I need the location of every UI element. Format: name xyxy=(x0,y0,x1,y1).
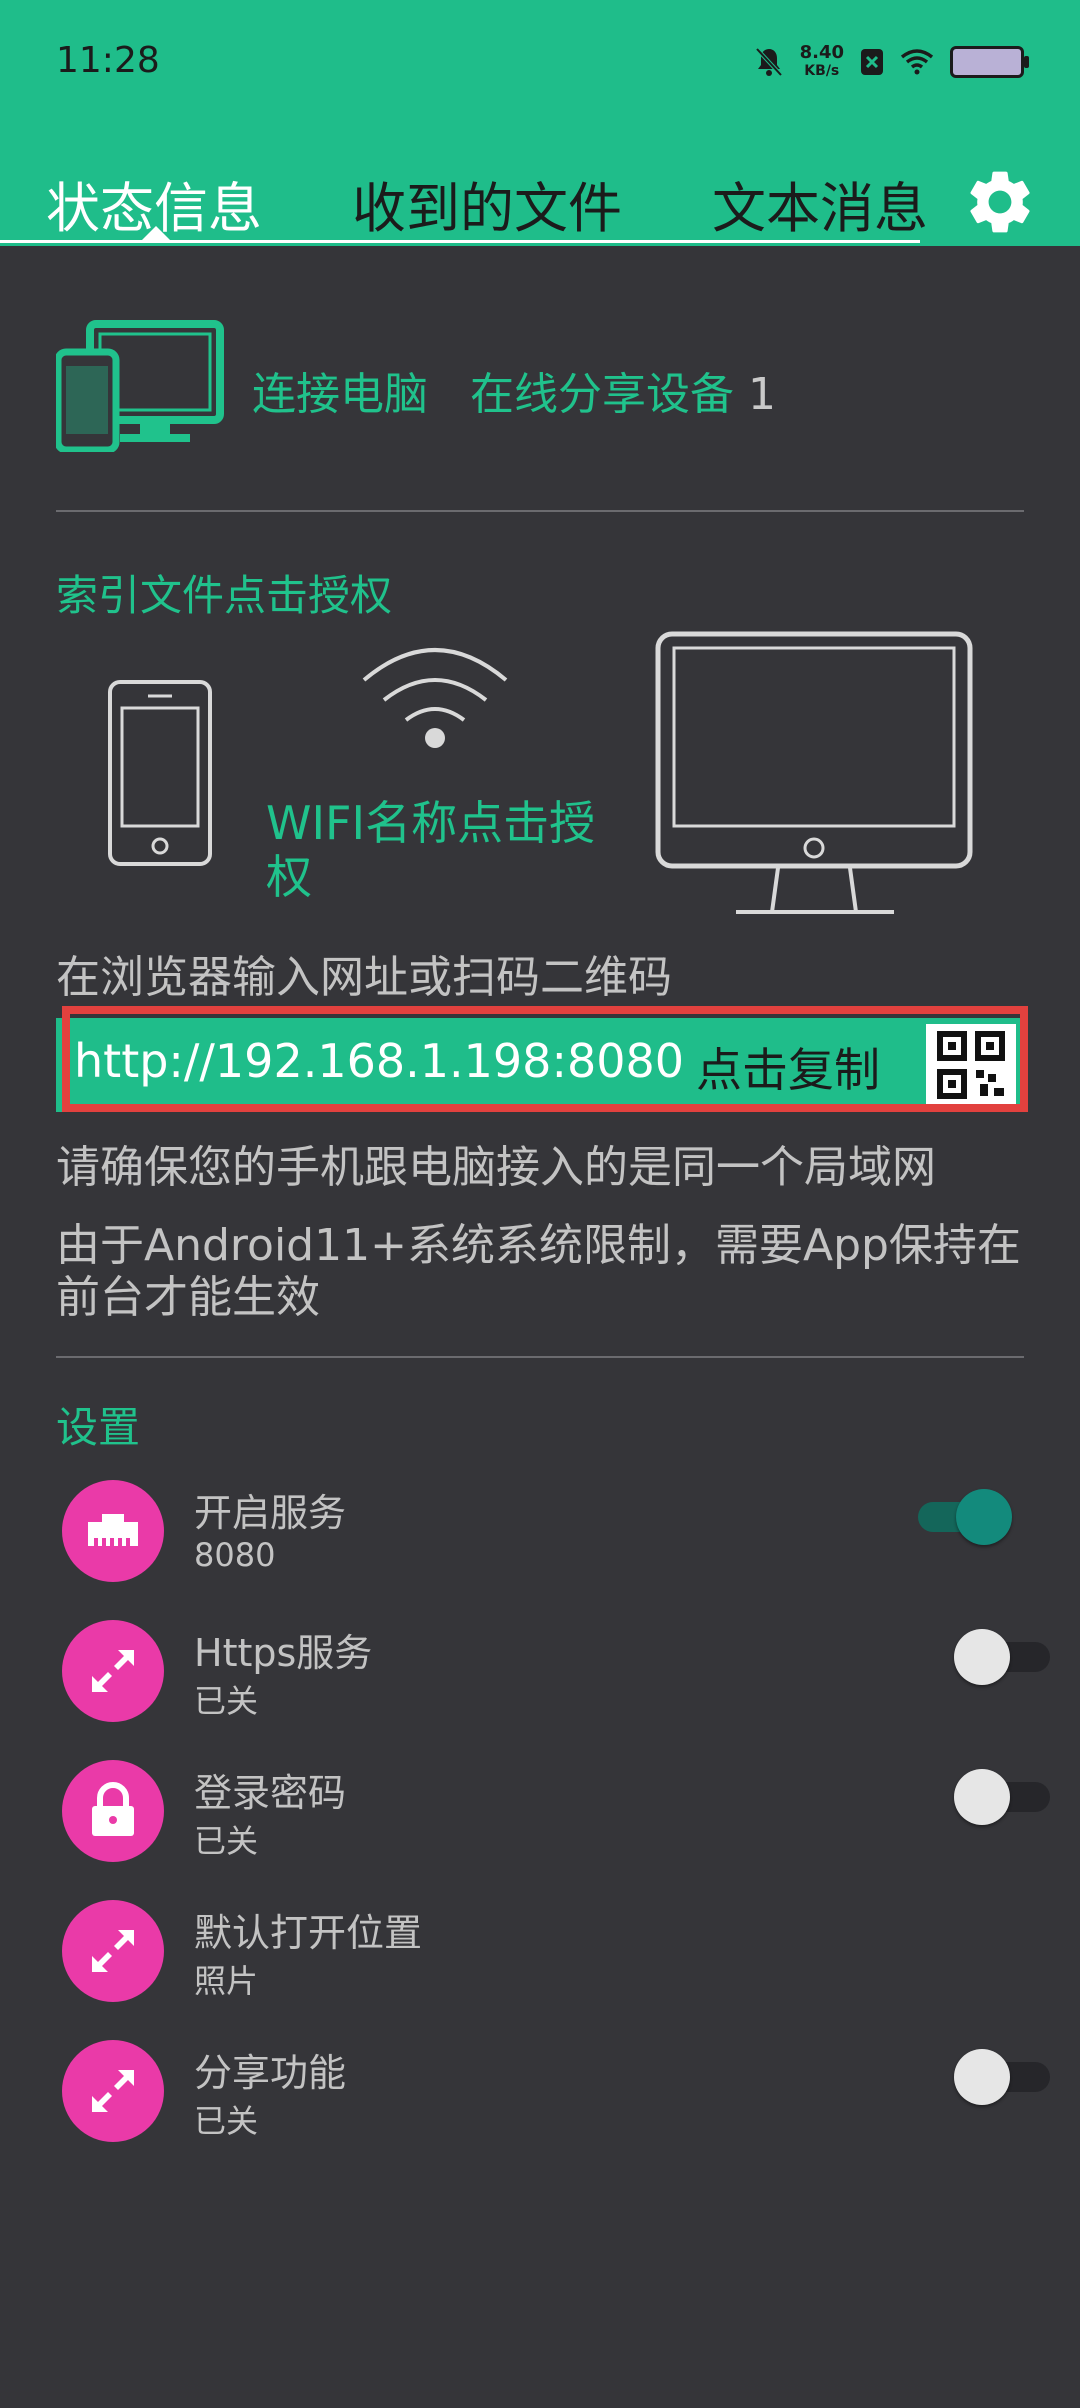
ethernet-icon xyxy=(62,1480,164,1582)
sim-x-icon xyxy=(861,49,883,75)
setting-https-service[interactable]: Https服务 已关 xyxy=(62,1620,1050,1726)
connect-status-text: 连接电脑 在线分享设备 1 xyxy=(252,358,776,422)
setting-title: 默认打开位置 xyxy=(194,1911,423,1955)
online-devices-label: 在线分享设备 xyxy=(469,369,734,420)
divider xyxy=(56,1356,1024,1358)
setting-title: 登录密码 xyxy=(194,1771,347,1815)
setting-title: 分享功能 xyxy=(194,2051,347,2095)
setting-subtitle: 已关 xyxy=(194,1682,259,1720)
net-speed-unit: KB/s xyxy=(804,63,840,79)
mute-bell-icon xyxy=(755,47,783,77)
setting-subtitle: 8080 xyxy=(194,1536,276,1574)
divider xyxy=(56,510,1024,512)
highlight-box xyxy=(62,1006,1028,1112)
setting-share-feature[interactable]: 分享功能 已关 xyxy=(62,2040,1050,2146)
expand-arrows-icon xyxy=(62,2040,164,2142)
status-time: 11:28 xyxy=(56,40,160,81)
setting-subtitle: 已关 xyxy=(194,1822,259,1860)
devices-icon xyxy=(56,320,224,452)
login-password-toggle[interactable] xyxy=(954,1766,1054,1826)
tab-indicator-line xyxy=(0,240,920,243)
wifi-name-auth-link[interactable]: WIFI名称点击授权 xyxy=(266,796,616,904)
wifi-signal-icon xyxy=(900,49,934,75)
connect-pc-label: 连接电脑 xyxy=(252,369,428,420)
app-header: 11:28 8.40 KB/s 状态信息 收到的文件 文本消息 xyxy=(0,0,1080,246)
setting-subtitle: 照片 xyxy=(194,1962,259,2000)
net-speed: 8.40 KB/s xyxy=(800,44,844,80)
phone-illustration-icon xyxy=(108,680,212,866)
setting-title: Https服务 xyxy=(194,1631,373,1675)
wifi-illustration-icon[interactable] xyxy=(360,640,510,750)
settings-gear-icon[interactable] xyxy=(962,164,1038,240)
index-files-auth-link[interactable]: 索引文件点击授权 xyxy=(56,562,392,623)
tab-received-files[interactable]: 收到的文件 xyxy=(352,164,622,243)
connect-pc-row[interactable]: 连接电脑 在线分享设备 1 xyxy=(56,320,1036,460)
battery-icon xyxy=(950,46,1029,78)
setting-title: 开启服务 xyxy=(194,1491,347,1535)
expand-arrows-icon xyxy=(62,1620,164,1722)
tab-text-messages[interactable]: 文本消息 xyxy=(712,164,928,243)
https-toggle[interactable] xyxy=(954,1626,1054,1686)
monitor-illustration-icon xyxy=(655,631,973,914)
setting-login-password[interactable]: 登录密码 已关 xyxy=(62,1760,1050,1866)
settings-section-title: 设置 xyxy=(56,1403,141,1452)
share-feature-toggle[interactable] xyxy=(954,2046,1054,2106)
online-devices-count: 1 xyxy=(747,369,776,420)
expand-arrows-icon xyxy=(62,1900,164,2002)
status-icons: 8.40 KB/s xyxy=(754,44,1029,80)
lock-icon xyxy=(62,1760,164,1862)
start-service-toggle[interactable] xyxy=(918,1486,1012,1546)
setting-default-open-location[interactable]: 默认打开位置 照片 xyxy=(62,1900,1022,2006)
net-speed-value: 8.40 xyxy=(799,42,844,63)
setting-start-service[interactable]: 开启服务 8080 xyxy=(62,1480,1022,1586)
same-lan-note: 请确保您的手机跟电脑接入的是同一个局域网 xyxy=(56,1142,936,1193)
setting-subtitle: 已关 xyxy=(194,2102,259,2140)
browser-hint: 在浏览器输入网址或扫码二维码 xyxy=(56,952,672,1003)
android-limit-note: 由于Android11+系统系统限制，需要App保持在前台才能生效 xyxy=(56,1220,1021,1323)
tab-indicator-caret xyxy=(142,226,170,240)
